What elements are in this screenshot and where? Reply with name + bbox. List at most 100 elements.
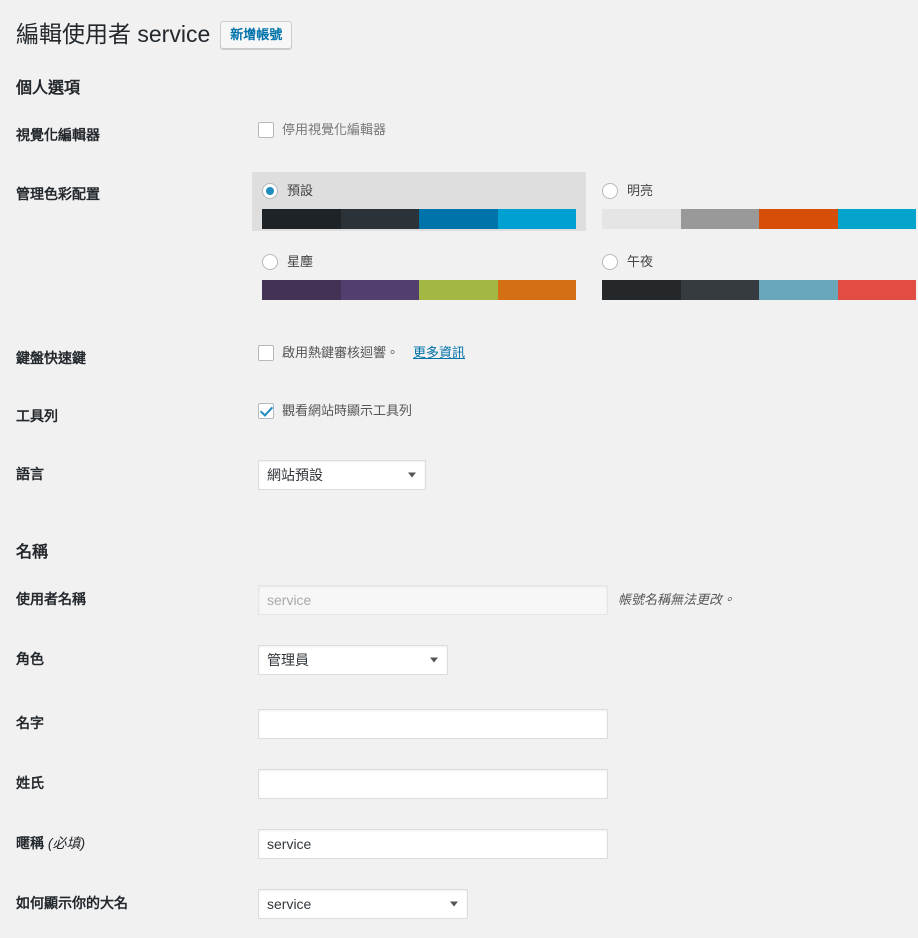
label-first-name: 名字 [16,715,44,732]
field-last-name [248,754,898,814]
field-role: 管理員 [248,630,898,694]
radio-color-scheme-light[interactable] [602,182,618,199]
color-scheme-option-default[interactable]: 預設 [252,171,586,231]
swatch-2 [340,279,419,300]
swatch-4 [497,208,576,229]
keyboard-shortcuts-checkbox[interactable] [258,344,274,361]
color-scheme-option-midnight[interactable]: 午夜 [592,243,918,302]
color-scheme-light-label: 明亮 [627,182,654,198]
nickname-label-text: 暱稱 [16,835,44,852]
chevron-down-icon [450,901,458,907]
row-visual-editor: 視覺化編輯器 停用視覺化編輯器 [16,106,898,164]
label-visual-editor: 視覺化編輯器 [16,127,100,144]
swatch-1 [262,208,341,229]
label-last-name: 姓氏 [16,775,44,792]
label-keyboard-shortcuts: 鍵盤快速鍵 [16,349,86,366]
field-admin-color-scheme: 預設 明亮 星塵 午夜 [248,165,916,329]
label-role: 角色 [16,650,44,667]
toolbar-checkbox-label: 觀看網站時顯示工具列 [282,403,413,419]
username-field-wrap: 帳號名稱無法更改。 [258,584,888,615]
color-scheme-ectoplasm-swatches [262,279,576,300]
radio-color-scheme-default[interactable] [262,182,278,199]
field-display-name: service [248,874,898,938]
label-language: 語言 [16,466,44,483]
row-keyboard-shortcuts: 鍵盤快速鍵 啟用熱鍵審核迴響。 更多資訊 [16,329,898,387]
first-name-input[interactable] [258,709,608,740]
row-toolbar: 工具列 觀看網站時顯示工具列 [16,387,898,445]
page-header: 編輯使用者 service 新增帳號 [16,18,898,52]
page-title: 編輯使用者 service [16,21,211,48]
swatch-2 [680,279,759,300]
display-name-select[interactable]: service [258,889,468,920]
section-title-names: 名稱 [16,543,49,561]
field-first-name [248,694,898,754]
username-note: 帳號名稱無法更改。 [618,591,736,607]
nickname-required-marker: (必填) [47,835,86,852]
field-username: 帳號名稱無法更改。 [248,570,898,630]
label-admin-color-scheme: 管理色彩配置 [16,185,100,202]
section-title-personal-options: 個人選項 [16,80,81,97]
swatch-3 [759,279,838,300]
last-name-input[interactable] [258,769,608,800]
color-scheme-light-head: 明亮 [602,182,916,200]
chevron-down-icon [408,472,416,478]
radio-color-scheme-ectoplasm[interactable] [262,253,278,270]
language-select[interactable]: 網站預設 [258,460,426,491]
swatch-3 [419,208,498,229]
names-table: 使用者名稱 帳號名稱無法更改。 角色 管理員 名 [16,570,898,938]
nickname-input[interactable] [258,829,608,860]
swatch-2 [340,208,419,229]
color-scheme-default-label: 預設 [287,182,314,198]
color-scheme-default-swatches [262,208,576,229]
color-scheme-option-ectoplasm[interactable]: 星塵 [252,243,586,302]
visual-editor-checkbox[interactable] [258,122,274,139]
color-scheme-midnight-head: 午夜 [602,253,916,271]
visual-editor-checkbox-label: 停用視覺化編輯器 [282,122,387,138]
label-toolbar: 工具列 [16,408,58,425]
visual-editor-checkbox-row[interactable]: 停用視覺化編輯器 [258,121,888,139]
row-last-name: 姓氏 [16,754,898,814]
chevron-down-icon [430,657,438,663]
color-scheme-light-swatches [602,208,916,229]
label-nickname: 暱稱 (必填) [16,814,248,874]
row-display-name: 如何顯示你的大名 service [16,874,898,938]
radio-color-scheme-midnight[interactable] [602,253,618,270]
label-username: 使用者名稱 [16,590,86,607]
swatch-4 [837,208,916,229]
toolbar-checkbox[interactable] [258,403,274,420]
field-language: 網站預設 [248,445,898,509]
color-scheme-list: 預設 明亮 星塵 午夜 [252,171,918,314]
keyboard-shortcuts-more-info-link[interactable]: 更多資訊 [413,344,465,362]
swatch-1 [602,279,681,300]
label-display-name: 如何顯示你的大名 [16,895,128,912]
keyboard-shortcuts-checkbox-row[interactable]: 啟用熱鍵審核迴響。 更多資訊 [258,344,888,362]
row-role: 角色 管理員 [16,630,898,694]
swatch-2 [680,208,759,229]
username-input [258,584,608,615]
swatch-1 [602,208,681,229]
color-scheme-midnight-label: 午夜 [627,253,654,269]
row-language: 語言 網站預設 [16,445,898,509]
field-nickname [248,814,898,874]
swatch-1 [262,279,341,300]
field-visual-editor: 停用視覺化編輯器 [248,106,898,164]
color-scheme-default-head: 預設 [262,182,576,200]
keyboard-shortcuts-checkbox-label: 啟用熱鍵審核迴響。 [282,344,400,360]
personal-options-table: 視覺化編輯器 停用視覺化編輯器 管理色彩配置 預設 明亮 星塵 午夜 鍵盤快速鍵… [16,106,916,509]
swatch-4 [497,279,576,300]
color-scheme-ectoplasm-label: 星塵 [287,253,314,269]
user-profile-page: 編輯使用者 service 新增帳號 個人選項 視覺化編輯器 停用視覺化編輯器 … [0,0,918,938]
field-toolbar: 觀看網站時顯示工具列 [248,387,898,445]
toolbar-checkbox-row[interactable]: 觀看網站時顯示工具列 [258,402,888,420]
color-scheme-ectoplasm-head: 星塵 [262,253,576,271]
swatch-4 [837,279,916,300]
color-scheme-option-light[interactable]: 明亮 [592,172,918,231]
display-name-select-value: service [267,896,312,913]
role-select-value: 管理員 [267,651,309,668]
language-select-value: 網站預設 [267,467,323,484]
role-select[interactable]: 管理員 [258,644,448,675]
swatch-3 [759,208,838,229]
color-scheme-midnight-swatches [602,279,916,300]
add-new-user-button[interactable]: 新增帳號 [220,20,293,50]
row-admin-color-scheme: 管理色彩配置 預設 明亮 星塵 午夜 [16,165,916,329]
